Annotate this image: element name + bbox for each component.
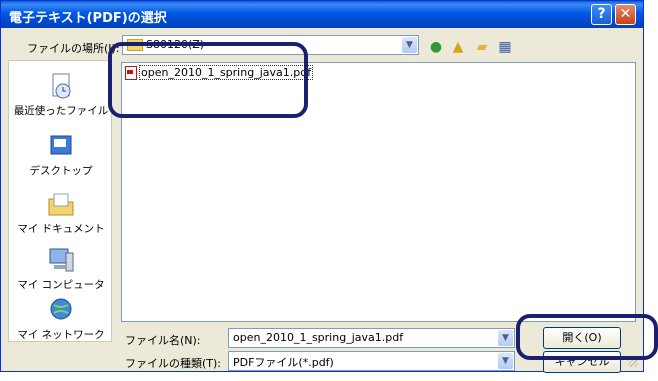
- my-network-icon: [50, 298, 72, 320]
- highlight-ring-file: [108, 42, 308, 118]
- filename-value: open_2010_1_spring_java1.pdf: [233, 331, 404, 344]
- filename-field[interactable]: open_2010_1_spring_java1.pdf ▼: [228, 328, 515, 348]
- filetype-select[interactable]: PDFファイル(*.pdf) ▼: [228, 351, 515, 371]
- my-documents-icon: [48, 193, 74, 216]
- places-bar: 最近使ったファイル デスクトップ マイ ドキュメント マイ コンピュータ マイ …: [8, 60, 112, 342]
- view-menu-icon[interactable]: ▦: [496, 38, 514, 56]
- up-folder-icon[interactable]: ▲: [449, 38, 467, 56]
- recent-documents-icon: [52, 73, 71, 99]
- place-desktop[interactable]: デスクトップ: [9, 131, 113, 178]
- new-folder-icon[interactable]: ▰: [473, 38, 491, 56]
- place-my-documents[interactable]: マイ ドキュメント: [9, 189, 113, 236]
- close-button[interactable]: ✕: [615, 4, 636, 25]
- help-button[interactable]: ?: [591, 4, 612, 25]
- place-my-network[interactable]: マイ ネットワーク: [9, 295, 113, 342]
- highlight-ring-open: [516, 314, 658, 360]
- desktop-icon: [50, 135, 72, 155]
- my-computer-icon: [49, 248, 74, 272]
- dialog-title: 電子テキスト(PDF)の選択: [9, 11, 167, 26]
- filetype-value: PDFファイル(*.pdf): [233, 356, 334, 369]
- place-my-computer[interactable]: マイ コンピュータ: [9, 245, 113, 292]
- lookin-label: ファイルの場所(I):: [27, 42, 120, 55]
- chevron-down-icon[interactable]: ▼: [498, 353, 513, 369]
- filetype-label: ファイルの種類(T):: [125, 357, 222, 370]
- title-bar[interactable]: 電子テキスト(PDF)の選択 ? ✕: [1, 1, 643, 28]
- chevron-down-icon[interactable]: ▼: [498, 330, 513, 346]
- chevron-down-icon[interactable]: ▼: [402, 37, 417, 53]
- back-icon[interactable]: ●: [427, 38, 445, 56]
- filename-label: ファイル名(N):: [125, 334, 201, 347]
- place-recent[interactable]: 最近使ったファイル: [9, 71, 113, 118]
